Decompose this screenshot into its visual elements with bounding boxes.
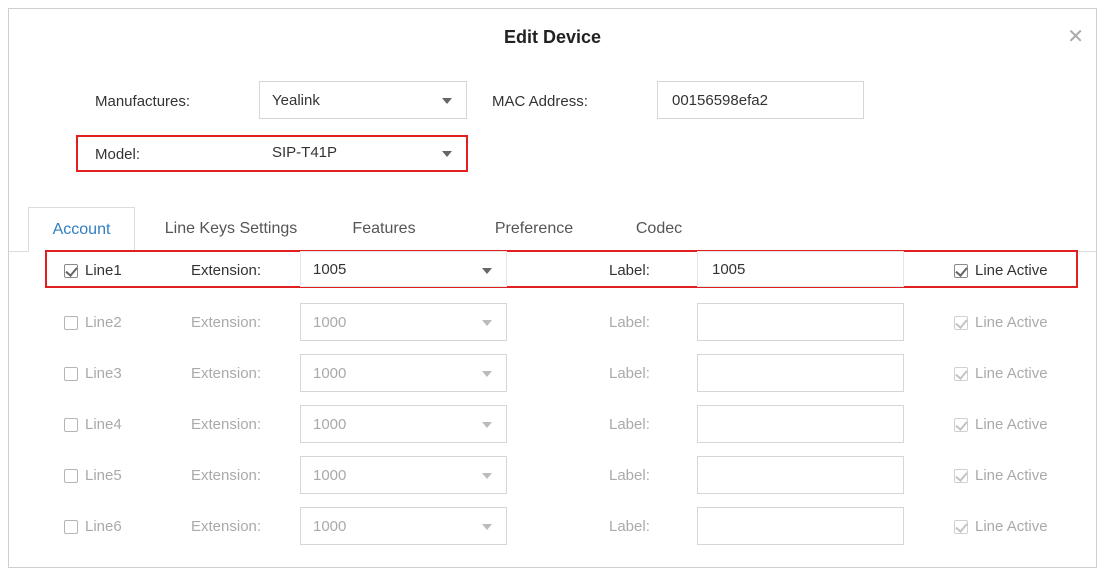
label-input[interactable] [697,456,904,494]
extension-label: Extension: [191,314,262,331]
line-label: Line3 [85,365,122,382]
line-row-4: Line4 Extension: 1000 Label: Line Active [9,405,1096,445]
line2-checkbox[interactable] [64,316,78,330]
manufactures-value: Yealink [272,91,320,109]
label-input[interactable]: 1005 [697,251,904,287]
line-active-label: Line Active [975,467,1048,484]
line-label: Line5 [85,467,122,484]
extension-select[interactable]: 1000 [300,507,507,545]
mac-address-label: MAC Address: [492,93,588,110]
edit-device-dialog: Edit Device ✕ Manufactures: Yealink MAC … [8,8,1097,568]
extension-select[interactable]: 1000 [300,405,507,443]
extension-label: Extension: [191,416,262,433]
model-select[interactable]: SIP-T41P [259,134,467,170]
chevron-down-icon [482,524,492,530]
model-value: SIP-T41P [272,143,338,161]
extension-select[interactable]: 1000 [300,456,507,494]
close-icon[interactable]: ✕ [1067,27,1084,47]
chevron-down-icon [482,473,492,479]
extension-label: Extension: [191,467,262,484]
line6-checkbox[interactable] [64,520,78,534]
label-label: Label: [609,467,650,484]
line-active-label: Line Active [975,314,1048,331]
label-input[interactable] [697,405,904,443]
label-label: Label: [609,365,650,382]
tab-preference[interactable]: Preference [474,207,594,250]
line-active-label: Line Active [975,262,1048,279]
line-active-label: Line Active [975,518,1048,535]
line-row-5: Line5 Extension: 1000 Label: Line Active [9,456,1096,496]
line-row-2: Line2 Extension: 1000 Label: Line Active [9,303,1096,343]
extension-select[interactable]: 1005 [300,251,507,287]
line-active-checkbox[interactable] [954,367,968,381]
chevron-down-icon [482,268,492,274]
line-label: Line1 [85,262,122,279]
line-row-6: Line6 Extension: 1000 Label: Line Active [9,507,1096,547]
line1-checkbox[interactable] [64,264,78,278]
label-input[interactable] [697,507,904,545]
label-label: Label: [609,518,650,535]
label-label: Label: [609,262,650,279]
line-label: Line4 [85,416,122,433]
extension-value: 1005 [313,260,347,278]
extension-value: 1000 [313,466,347,484]
mac-address-input[interactable]: 00156598efa2 [657,81,864,119]
line-label: Line6 [85,518,122,535]
tab-account[interactable]: Account [28,207,135,252]
line-active-checkbox[interactable] [954,316,968,330]
tab-bar: Account Line Keys Settings Features Pref… [9,207,1096,252]
line-row-3: Line3 Extension: 1000 Label: Line Active [9,354,1096,394]
tab-line-keys-settings[interactable]: Line Keys Settings [151,207,311,250]
chevron-down-icon [442,98,452,104]
line-active-checkbox[interactable] [954,520,968,534]
tab-features[interactable]: Features [329,207,439,250]
manufactures-label: Manufactures: [95,93,191,110]
extension-value: 1000 [313,313,347,331]
label-label: Label: [609,314,650,331]
chevron-down-icon [482,371,492,377]
line-label: Line2 [85,314,122,331]
extension-label: Extension: [191,262,262,279]
line3-checkbox[interactable] [64,367,78,381]
extension-value: 1000 [313,517,347,535]
label-label: Label: [609,416,650,433]
line5-checkbox[interactable] [64,469,78,483]
chevron-down-icon [482,422,492,428]
line-active-checkbox[interactable] [954,264,968,278]
line-active-label: Line Active [975,365,1048,382]
extension-select[interactable]: 1000 [300,354,507,392]
line-row-1: Line1 Extension: 1005 Label: 1005 Line A… [9,251,1096,291]
chevron-down-icon [442,151,452,157]
extension-value: 1000 [313,364,347,382]
manufactures-select[interactable]: Yealink [259,81,467,119]
dialog-title: Edit Device [503,27,602,47]
extension-value: 1000 [313,415,347,433]
label-input[interactable] [697,303,904,341]
line-active-checkbox[interactable] [954,469,968,483]
line-active-label: Line Active [975,416,1048,433]
line4-checkbox[interactable] [64,418,78,432]
extension-select[interactable]: 1000 [300,303,507,341]
line-active-checkbox[interactable] [954,418,968,432]
extension-label: Extension: [191,365,262,382]
tab-codec[interactable]: Codec [614,207,704,250]
extension-label: Extension: [191,518,262,535]
model-label: Model: [95,146,141,163]
label-input[interactable] [697,354,904,392]
chevron-down-icon [482,320,492,326]
